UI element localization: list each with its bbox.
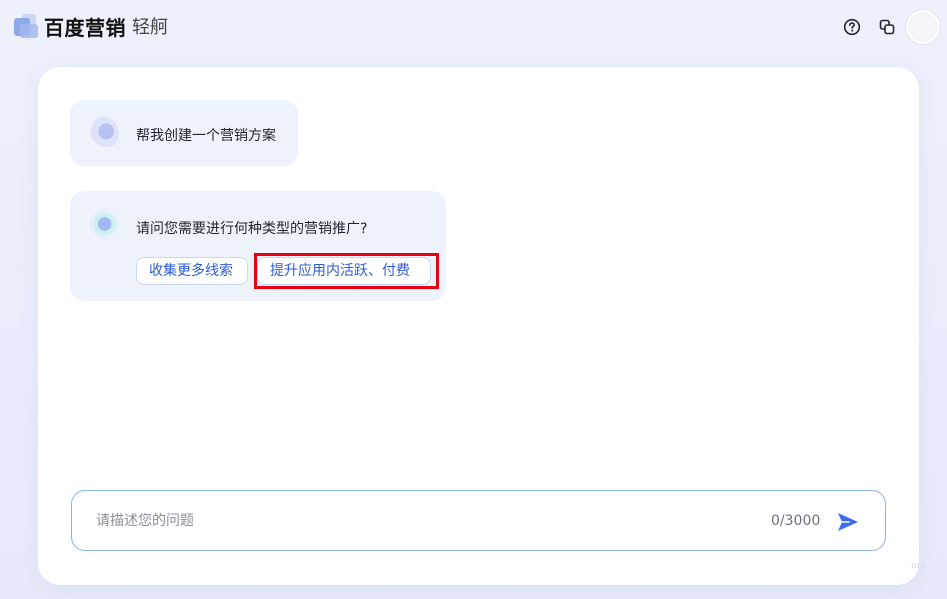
help-icon[interactable] <box>840 15 864 39</box>
user-message-text: 帮我创建一个营销方案 <box>136 128 276 144</box>
assistant-message-text: 请问您需要进行何种类型的营销推广? <box>136 221 368 237</box>
user-avatar[interactable] <box>906 10 940 44</box>
assistant-avatar-icon <box>87 208 119 240</box>
question-input-box: 0/3000 <box>71 490 886 551</box>
user-message-bubble: 帮我创建一个营销方案 <box>70 100 298 166</box>
option-app-activity-button[interactable]: 提升应用内活跃、付费 <box>257 257 431 285</box>
question-input[interactable] <box>96 509 696 533</box>
product-name: 轻舸 <box>132 17 168 38</box>
brand-name: 百度营销 <box>44 15 126 40</box>
logo-icon <box>14 12 42 40</box>
assistant-message-bubble: 请问您需要进行何种类型的营销推广? 收集更多线索 提升应用内活跃、付费 <box>70 191 446 301</box>
copy-icon[interactable] <box>875 15 899 39</box>
user-avatar-icon <box>87 117 119 149</box>
option-collect-leads-button[interactable]: 收集更多线索 <box>136 257 248 285</box>
watermark: net <box>911 561 926 571</box>
char-counter: 0/3000 <box>771 513 821 529</box>
send-icon[interactable] <box>835 509 861 535</box>
header: 百度营销 轻舸 <box>0 0 947 54</box>
app-logo[interactable]: 百度营销 轻舸 <box>14 12 168 40</box>
